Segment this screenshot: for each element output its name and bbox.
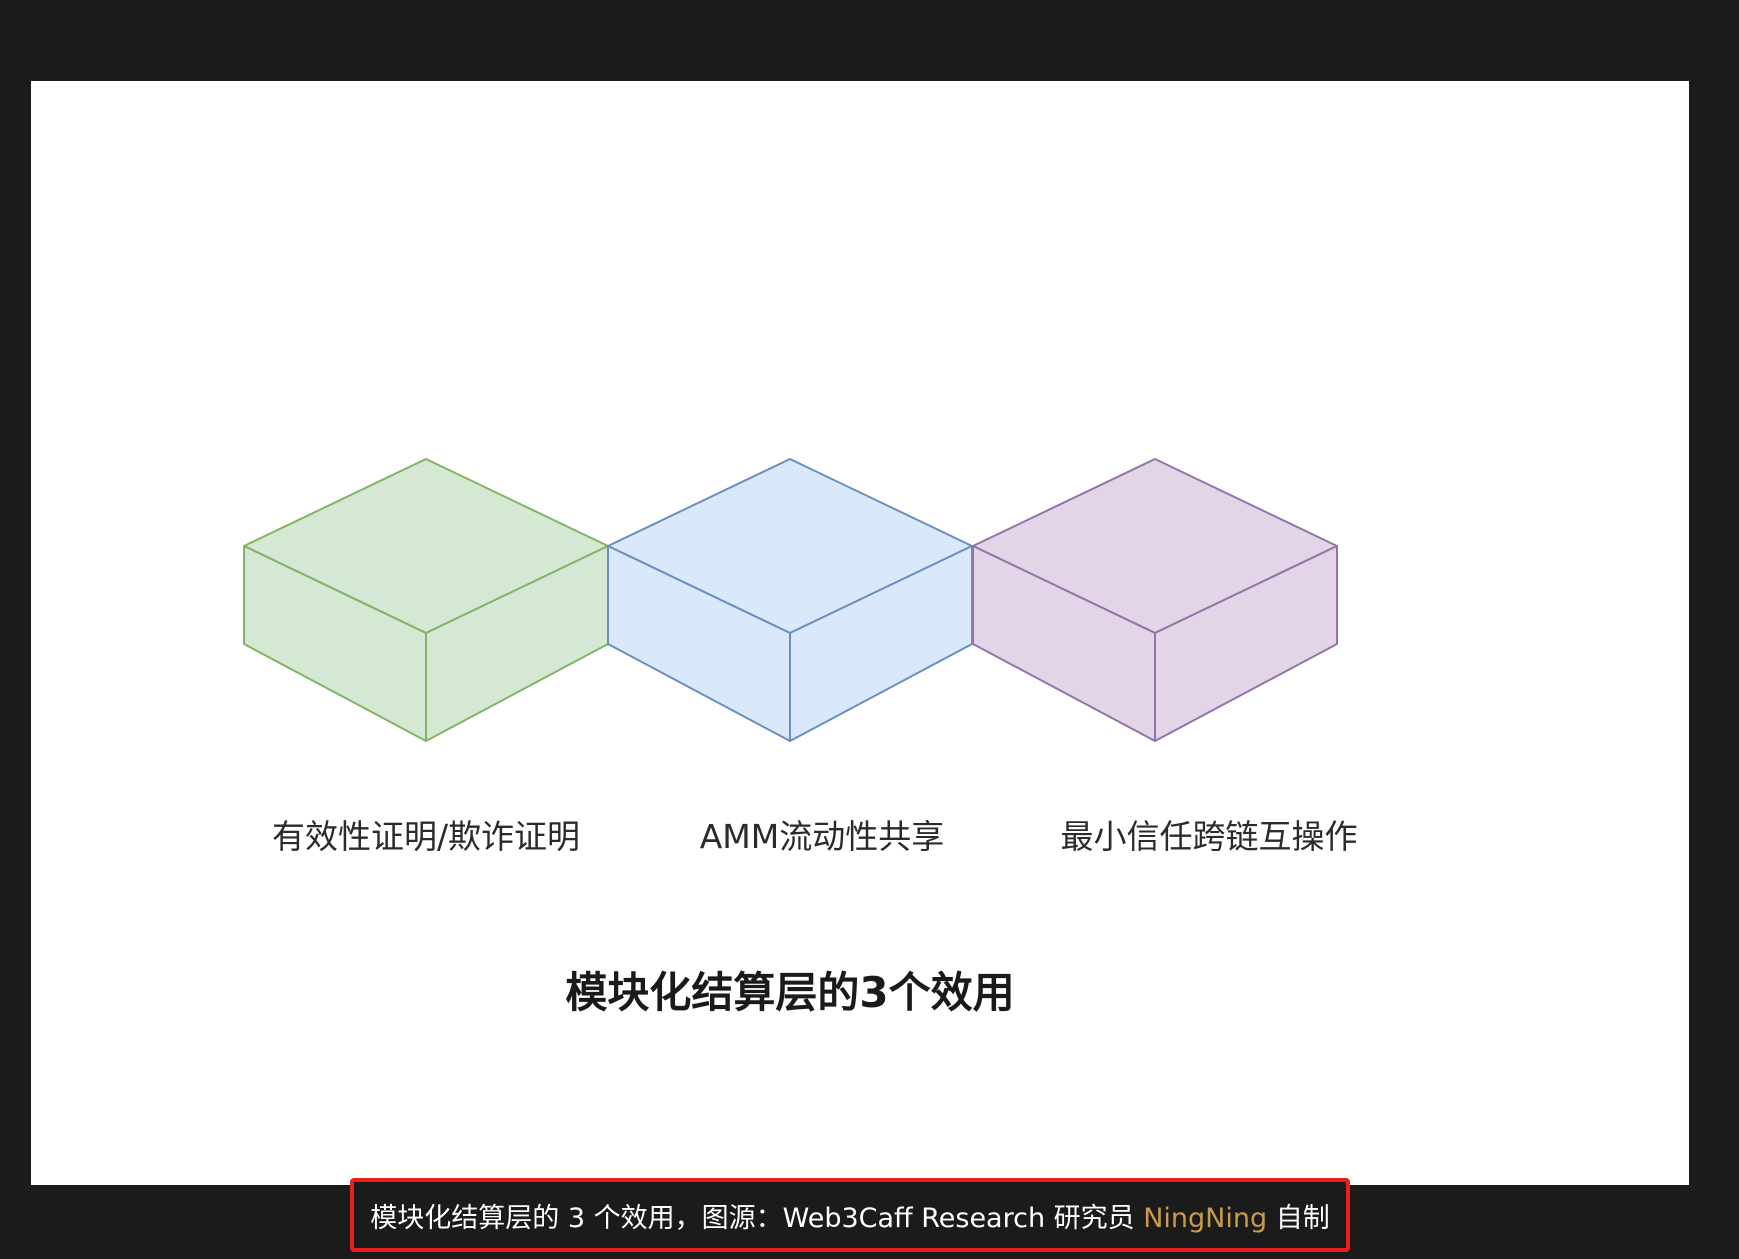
diagram-title: 模块化结算层的3个效用 [565, 968, 1014, 1017]
caption-suffix: 自制 [1267, 1202, 1330, 1234]
diagram-svg: 有效性证明/欺诈证明 AMM流动性共享 最小信任跨链互操作 模块化结算层的3个效… [243, 458, 1358, 1017]
cube-validity-proof [243, 458, 609, 742]
caption-text: 模块化结算层的 3 个效用，图源：Web3Caff Research 研究员 N… [370, 1196, 1329, 1235]
image-caption: 模块化结算层的 3 个效用，图源：Web3Caff Research 研究员 N… [350, 1178, 1350, 1252]
diagram-canvas: 有效性证明/欺诈证明 AMM流动性共享 最小信任跨链互操作 模块化结算层的3个效… [31, 81, 1689, 1185]
caption-prefix: 模块化结算层的 3 个效用，图源：Web3Caff Research 研究员 [370, 1202, 1144, 1234]
cube-label-validity-proof: 有效性证明/欺诈证明 [272, 817, 580, 856]
caption-author: NingNing [1143, 1202, 1268, 1234]
cube-amm-liquidity [607, 458, 973, 742]
cube-label-amm-liquidity: AMM流动性共享 [700, 817, 945, 856]
cube-cross-chain-interop [972, 458, 1338, 742]
cube-label-cross-chain-interop: 最小信任跨链互操作 [1061, 817, 1358, 856]
